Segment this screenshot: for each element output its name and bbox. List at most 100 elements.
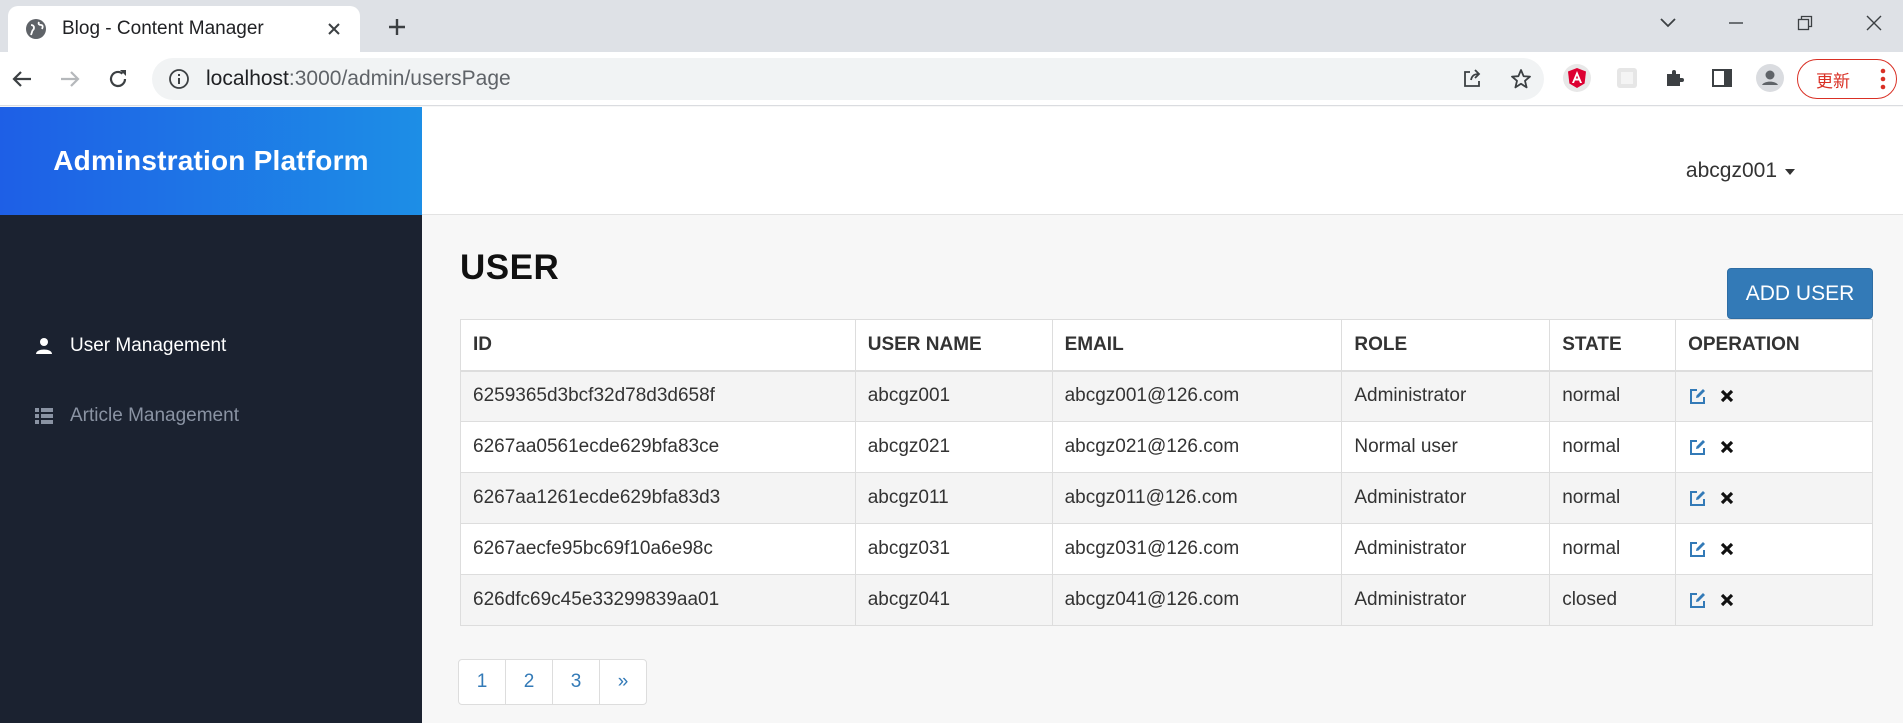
operation-cell	[1675, 574, 1873, 626]
user-id-cell: 6267aecfe95bc69f10a6e98c	[460, 523, 856, 575]
url-host: localhost	[206, 67, 289, 90]
table-row: 6267aa0561ecde629bfa83ce abcgz021 abcgz021…	[460, 421, 1873, 473]
delete-icon[interactable]	[1718, 438, 1736, 456]
restore-icon[interactable]	[1785, 8, 1825, 38]
username-cell: abcgz021	[854, 421, 1053, 473]
minimize-icon[interactable]	[1716, 8, 1756, 38]
caret-down-icon	[1785, 169, 1795, 175]
delete-icon[interactable]	[1718, 540, 1736, 558]
window-close-icon[interactable]	[1854, 8, 1894, 38]
column-header-state: STATE	[1549, 319, 1677, 372]
reload-icon[interactable]	[100, 61, 136, 97]
username-cell: abcgz001	[854, 370, 1053, 422]
username-cell: abcgz011	[854, 472, 1053, 524]
pagination: 1 2 3 »	[458, 659, 647, 705]
users-table: ID USER NAME EMAIL ROLE STATE OPERATION …	[460, 319, 1873, 626]
url-text: localhost:3000/admin/usersPage	[206, 67, 511, 91]
column-header-role: ROLE	[1341, 319, 1551, 372]
angular-devtools-icon[interactable]	[1560, 61, 1594, 95]
browser-toolbar: localhost:3000/admin/usersPage	[0, 52, 1903, 106]
main-content: USER ADD USER ID USER NAME EMAIL ROLE ST…	[422, 216, 1903, 723]
state-cell: normal	[1549, 421, 1677, 473]
state-cell: normal	[1549, 472, 1677, 524]
user-id-cell: 6267aa0561ecde629bfa83ce	[460, 421, 856, 473]
sidebar-item-label: Article Management	[70, 405, 239, 426]
update-button[interactable]: 更新	[1797, 59, 1897, 99]
edit-icon[interactable]	[1688, 438, 1706, 456]
column-header-email: EMAIL	[1051, 319, 1343, 372]
state-cell: normal	[1549, 523, 1677, 575]
edit-icon[interactable]	[1688, 489, 1706, 507]
user-icon	[34, 336, 54, 356]
profile-avatar-icon[interactable]	[1753, 61, 1787, 95]
add-user-button[interactable]: ADD USER	[1727, 268, 1873, 319]
user-id-cell: 626dfc69c45e33299839aa01	[460, 574, 856, 626]
table-row: 626dfc69c45e33299839aa01 abcgz041 abcgz041…	[460, 574, 1873, 626]
browser-tabstrip: Blog - Content Manager	[0, 0, 1903, 52]
email-cell: abcgz011@126.com	[1051, 472, 1343, 524]
side-panel-icon[interactable]	[1705, 61, 1739, 95]
extensions-puzzle-icon[interactable]	[1658, 61, 1692, 95]
bookmark-star-icon[interactable]	[1507, 65, 1535, 93]
column-header-id: ID	[460, 319, 856, 372]
page-link-2[interactable]: 2	[505, 659, 553, 705]
info-icon[interactable]	[166, 66, 192, 92]
new-tab-button[interactable]	[380, 10, 414, 44]
update-label: 更新	[1816, 71, 1850, 91]
operation-cell	[1675, 370, 1873, 422]
username-cell: abcgz041	[854, 574, 1053, 626]
list-icon	[34, 406, 54, 426]
brand-banner: Adminstration Platform	[0, 107, 422, 215]
operation-actions	[1688, 591, 1860, 609]
edit-icon[interactable]	[1688, 387, 1706, 405]
table-row: 6267aa1261ecde629bfa83d3 abcgz011 abcgz011…	[460, 472, 1873, 524]
page-link-1[interactable]: 1	[458, 659, 506, 705]
email-cell: abcgz031@126.com	[1051, 523, 1343, 575]
operation-actions	[1688, 387, 1860, 405]
close-icon[interactable]	[322, 17, 346, 41]
sidebar-item-user-management[interactable]: User Management	[0, 324, 422, 368]
page-link-3[interactable]: 3	[552, 659, 600, 705]
tab-search-icon[interactable]	[1648, 8, 1688, 38]
delete-icon[interactable]	[1718, 591, 1736, 609]
user-id-cell: 6259365d3bcf32d78d3d658f	[460, 370, 856, 422]
operation-actions	[1688, 489, 1860, 507]
sidebar: Adminstration Platform User Management A…	[0, 107, 422, 723]
operation-cell	[1675, 523, 1873, 575]
back-arrow-icon[interactable]	[4, 61, 40, 97]
username-cell: abcgz031	[854, 523, 1053, 575]
address-bar[interactable]: localhost:3000/admin/usersPage	[152, 58, 1544, 100]
column-header-operation: OPERATION	[1675, 319, 1873, 372]
sidebar-item-label: User Management	[70, 335, 227, 356]
top-header: abcgz001	[422, 107, 1903, 215]
edit-icon[interactable]	[1688, 540, 1706, 558]
more-vertical-icon[interactable]	[1880, 68, 1886, 95]
share-icon[interactable]	[1458, 65, 1486, 93]
operation-actions	[1688, 540, 1860, 558]
role-cell: Administrator	[1341, 574, 1551, 626]
email-cell: abcgz001@126.com	[1051, 370, 1343, 422]
delete-icon[interactable]	[1718, 489, 1736, 507]
delete-icon[interactable]	[1718, 387, 1736, 405]
table-row: 6259365d3bcf32d78d3d658f abcgz001 abcgz001…	[460, 370, 1873, 422]
table-row: 6267aecfe95bc69f10a6e98c abcgz031 abcgz031…	[460, 523, 1873, 575]
browser-tab[interactable]: Blog - Content Manager	[8, 6, 360, 52]
email-cell: abcgz021@126.com	[1051, 421, 1343, 473]
column-header-username: USER NAME	[854, 319, 1053, 372]
state-cell: closed	[1549, 574, 1677, 626]
role-cell: Administrator	[1341, 523, 1551, 575]
state-cell: normal	[1549, 370, 1677, 422]
current-username: abcgz001	[1685, 159, 1777, 182]
edit-icon[interactable]	[1688, 591, 1706, 609]
operation-actions	[1688, 438, 1860, 456]
email-cell: abcgz041@126.com	[1051, 574, 1343, 626]
forward-arrow-icon[interactable]	[52, 61, 88, 97]
user-dropdown[interactable]: abcgz001	[1686, 159, 1795, 183]
page-next[interactable]: »	[599, 659, 647, 705]
sidebar-item-article-management[interactable]: Article Management	[0, 394, 422, 438]
user-id-cell: 6267aa1261ecde629bfa83d3	[460, 472, 856, 524]
globe-icon	[24, 17, 48, 41]
url-path: :3000/admin/usersPage	[288, 67, 511, 90]
operation-cell	[1675, 472, 1873, 524]
extension-placeholder-icon[interactable]	[1610, 61, 1644, 95]
